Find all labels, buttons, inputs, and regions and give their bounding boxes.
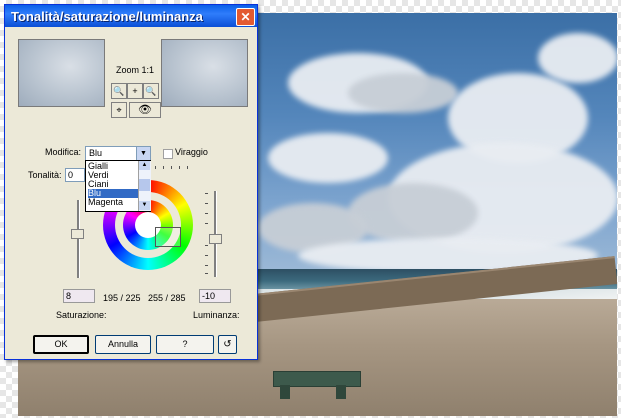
photo-cloud xyxy=(268,133,388,183)
luminanza-label: Luminanza: xyxy=(193,310,240,320)
preview-after xyxy=(161,39,248,107)
modifica-select[interactable]: Blu ▼ xyxy=(85,146,151,161)
luminance-tick xyxy=(205,203,208,204)
modifica-dropdown-list[interactable]: Gialli Verdi Ciani Blu Magenta ▲ ▼ xyxy=(85,160,151,212)
modifica-value: Blu xyxy=(89,148,103,158)
photo-cloud xyxy=(538,33,617,83)
luminance-slider-thumb[interactable] xyxy=(209,234,222,244)
viraggio-checkbox[interactable] xyxy=(163,149,173,159)
eye-icon[interactable]: 👁 xyxy=(129,102,161,118)
zoom-in-icon[interactable]: 🔍 xyxy=(143,83,159,99)
hue-ruler-tick xyxy=(163,166,164,169)
photo-cloud xyxy=(348,183,478,243)
reset-icon[interactable]: ↺ xyxy=(218,335,237,354)
saturation-slider-thumb[interactable] xyxy=(71,229,84,239)
zoom-label: Zoom 1:1 xyxy=(116,65,155,75)
luminance-value: -10 xyxy=(202,291,216,301)
saturation-slider-track[interactable] xyxy=(77,200,80,278)
photo-cloud xyxy=(348,73,458,113)
preview-before xyxy=(18,39,105,107)
help-button[interactable]: ? xyxy=(156,335,214,354)
scroll-up-icon[interactable]: ▲ xyxy=(139,161,150,170)
luminance-tick xyxy=(205,213,208,214)
luminance-tick xyxy=(205,193,208,194)
saturazione-label: Saturazione: xyxy=(56,310,107,320)
ok-button[interactable]: OK xyxy=(33,335,89,354)
list-scrollbar[interactable]: ▲ ▼ xyxy=(138,161,151,211)
scroll-thumb[interactable] xyxy=(139,179,150,191)
hue-ruler-tick xyxy=(155,166,156,169)
modifica-label: Modifica: xyxy=(45,147,82,157)
luminance-field[interactable]: -10 xyxy=(199,289,231,303)
chevron-down-icon[interactable]: ▼ xyxy=(136,147,150,160)
viraggio-label: Viraggio xyxy=(175,147,208,157)
luminance-tick xyxy=(205,245,208,246)
close-icon[interactable]: ✕ xyxy=(236,8,255,26)
hue-saturation-dialog: Tonalità/saturazione/luminanza ✕ Zoom 1:… xyxy=(4,4,258,360)
luminance-tick xyxy=(205,265,208,266)
hue-ruler-tick xyxy=(179,166,180,169)
range-left-readout: 195 / 225 xyxy=(103,293,141,303)
hue-ruler-tick xyxy=(171,166,172,169)
luminance-tick xyxy=(205,223,208,224)
luminance-tick xyxy=(205,273,208,274)
hue-range-marker[interactable] xyxy=(155,227,181,247)
saturation-field[interactable]: 8 xyxy=(63,289,95,303)
dialog-title: Tonalità/saturazione/luminanza xyxy=(11,9,203,24)
title-bar[interactable]: Tonalità/saturazione/luminanza ✕ xyxy=(5,5,257,27)
tonalita-label: Tonalità: xyxy=(28,170,62,180)
tonalita-field[interactable]: 0 xyxy=(65,168,85,182)
photo-bench-leg xyxy=(280,385,290,399)
scroll-down-icon[interactable]: ▼ xyxy=(139,201,150,210)
range-right-readout: 255 / 285 xyxy=(148,293,186,303)
pick-color-icon[interactable]: ⌖ xyxy=(111,102,127,118)
list-item[interactable]: Magenta xyxy=(88,198,138,207)
saturation-value: 8 xyxy=(66,291,72,301)
hue-ruler-tick xyxy=(187,166,188,169)
luminance-tick xyxy=(205,255,208,256)
photo-bench-leg xyxy=(336,385,346,399)
pan-icon[interactable]: + xyxy=(127,83,143,99)
zoom-out-icon[interactable]: 🔍 xyxy=(111,83,127,99)
cancel-button[interactable]: Annulla xyxy=(95,335,151,354)
tonalita-value: 0 xyxy=(68,170,74,180)
